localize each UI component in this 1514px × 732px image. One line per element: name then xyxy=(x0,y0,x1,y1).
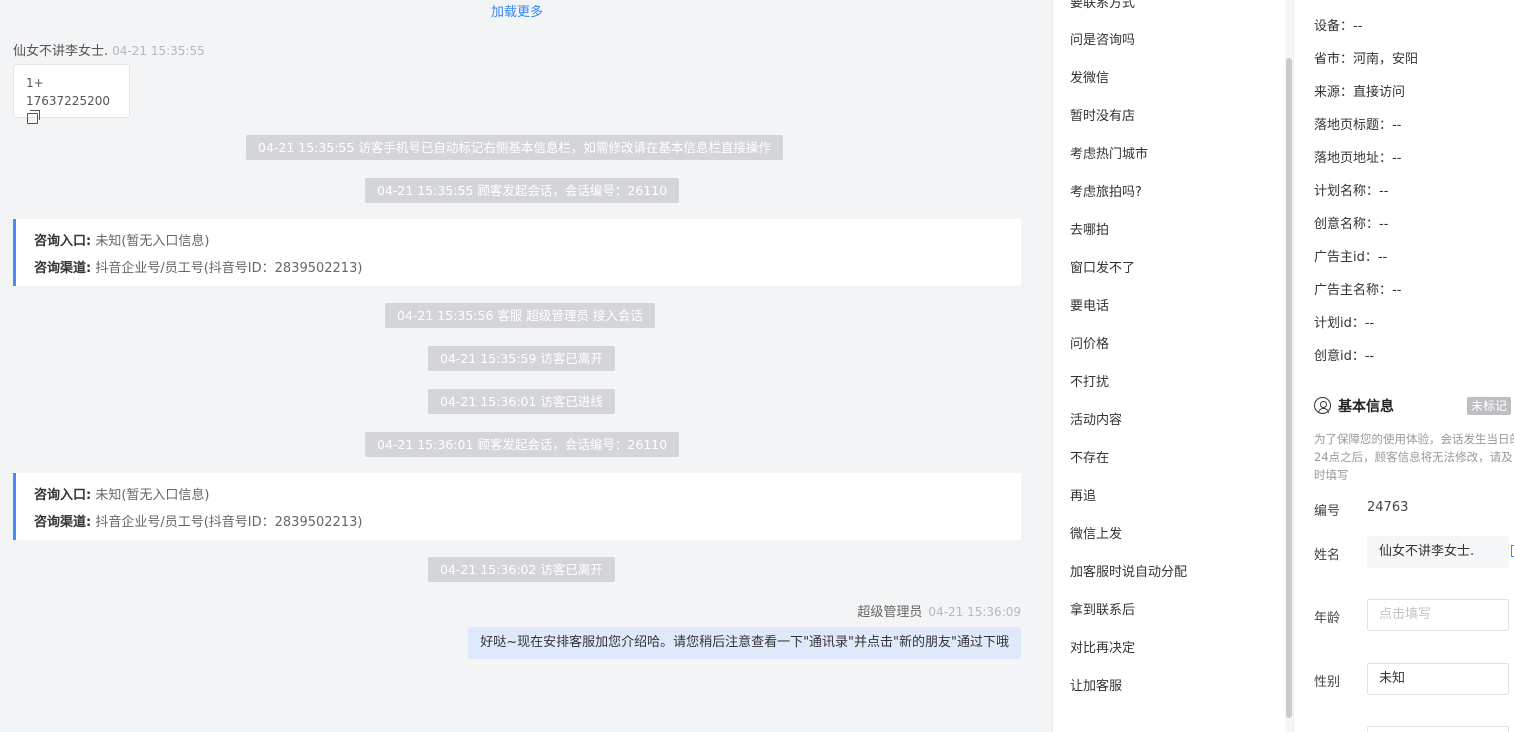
visitor-name: 仙女不讲李女士. xyxy=(13,44,109,59)
entry-label: 咨询入口: xyxy=(34,234,92,249)
quick-reply-item[interactable]: 再追 xyxy=(1070,485,1096,504)
phone-number: 17637225200 xyxy=(26,94,110,108)
message-time: 04-21 15:35:55 xyxy=(112,44,205,58)
age-input[interactable] xyxy=(1379,607,1497,622)
id-value: 24763 xyxy=(1367,500,1409,515)
system-message: 04-21 15:36:02 访客已离开 xyxy=(428,557,615,582)
age-label: 年龄 xyxy=(1314,611,1341,626)
detail-landing-url: 落地页地址：-- xyxy=(1314,151,1402,166)
quick-reply-item[interactable]: 要电话 xyxy=(1070,295,1109,314)
detail-advertiser-id: 广告主id：-- xyxy=(1314,250,1388,265)
entry-label: 咨询入口: xyxy=(34,488,92,503)
system-message: 04-21 15:35:56 客服 超级管理员 接入会话 xyxy=(385,303,655,328)
entry-value: 未知(暂无入口信息) xyxy=(95,488,210,503)
load-more-link[interactable]: 加载更多 xyxy=(0,1,1034,20)
basic-info-title: 基本信息 xyxy=(1314,396,1394,416)
quick-reply-item[interactable]: 微信上发 xyxy=(1070,523,1122,542)
message-line: 1+ xyxy=(26,76,44,90)
consult-info-card: 咨询入口: 未知(暂无入口信息) 咨询渠道: 抖音企业号/员工号(抖音号ID：2… xyxy=(13,219,1021,286)
system-message: 04-21 15:35:55 顾客发起会话，会话编号：26110 xyxy=(365,178,680,203)
scrollbar-thumb[interactable] xyxy=(1286,58,1292,718)
agent-name: 超级管理员 xyxy=(857,605,923,620)
entry-value: 未知(暂无入口信息) xyxy=(95,234,210,249)
quick-reply-item[interactable]: 对比再决定 xyxy=(1070,637,1135,656)
basic-info-label: 基本信息 xyxy=(1338,399,1394,415)
system-message: 04-21 15:35:59 访客已离开 xyxy=(428,346,615,371)
quick-reply-item[interactable]: 不打扰 xyxy=(1070,371,1109,390)
gender-label: 性别 xyxy=(1314,675,1341,690)
name-label: 姓名 xyxy=(1314,548,1341,563)
channel-value: 抖音企业号/员工号(抖音号ID：2839502213) xyxy=(95,515,363,530)
gender-select[interactable]: 未知 xyxy=(1367,663,1509,695)
detail-device: 设备：-- xyxy=(1314,19,1363,34)
name-field[interactable]: 仙女不讲李女士. xyxy=(1367,536,1509,568)
visitor-message-bubble: 1+ 17637225200 xyxy=(13,64,130,124)
system-message: 04-21 15:36:01 访客已进线 xyxy=(428,389,615,414)
quick-reply-item[interactable]: 加客服时说自动分配 xyxy=(1070,561,1187,580)
chat-panel: 加载更多 仙女不讲李女士. 04-21 15:35:55 1+ 176372252… xyxy=(0,0,1052,724)
id-label: 编号 xyxy=(1314,504,1341,519)
consult-info-card: 咨询入口: 未知(暂无入口信息) 咨询渠道: 抖音企业号/员工号(抖音号ID：2… xyxy=(13,473,1021,540)
info-note: 为了保障您的使用体验，会话发生当日的24点之后，顾客信息将无法修改，请及时填写 xyxy=(1314,432,1514,482)
detail-plan-id: 计划id：-- xyxy=(1314,316,1375,331)
chat-workspace: 加载更多 仙女不讲李女士. 04-21 15:35:55 1+ 176372252… xyxy=(0,0,1514,732)
system-message: 04-21 15:36:01 顾客发起会话，会话编号：26110 xyxy=(365,432,680,457)
quick-reply-list: 要联系方式 问是咨询吗 发微信 暂时没有店 考虑热门城市 考虑旅拍吗? 去哪拍 … xyxy=(1052,0,1293,732)
agent-message-header: 超级管理员 04-21 15:36:09 xyxy=(857,601,1021,620)
channel-label: 咨询渠道: xyxy=(34,515,92,530)
detail-region: 省市：河南，安阳 xyxy=(1314,52,1419,67)
detail-source: 来源：直接访问 xyxy=(1314,85,1406,100)
visitor-message-header: 仙女不讲李女士. 04-21 15:35:55 xyxy=(13,40,205,59)
next-field[interactable] xyxy=(1367,726,1509,732)
message-time: 04-21 15:36:09 xyxy=(928,605,1021,619)
quick-reply-item[interactable]: 考虑热门城市 xyxy=(1070,143,1148,162)
quick-reply-item[interactable]: 让加客服 xyxy=(1070,675,1122,694)
detail-plan-name: 计划名称：-- xyxy=(1314,184,1389,199)
quick-reply-item[interactable]: 拿到联系后 xyxy=(1070,599,1135,618)
agent-message-bubble: 好哒~现在安排客服加您介绍哈。请您稍后注意查看一下"通讯录"并点击"新的朋友"通… xyxy=(468,627,1021,659)
quick-reply-item[interactable]: 要联系方式 xyxy=(1070,0,1135,11)
copy-icon[interactable] xyxy=(27,110,40,124)
quick-reply-item[interactable]: 去哪拍 xyxy=(1070,219,1109,238)
customer-info-panel: 设备：-- 省市：河南，安阳 来源：直接访问 落地页标题：-- 落地页地址：--… xyxy=(1293,0,1514,732)
age-field[interactable] xyxy=(1367,599,1509,631)
quick-reply-item[interactable]: 窗口发不了 xyxy=(1070,257,1135,276)
quick-reply-item[interactable]: 问价格 xyxy=(1070,333,1109,352)
unmarked-tag[interactable]: 未标记 xyxy=(1467,397,1512,415)
detail-creative-id: 创意id：-- xyxy=(1314,349,1375,364)
quick-reply-item[interactable]: 暂时没有店 xyxy=(1070,105,1135,124)
system-message: 04-21 15:35:55 访客手机号已自动标记右侧基本信息栏，如需修改请在基… xyxy=(246,135,783,160)
quick-reply-item[interactable]: 活动内容 xyxy=(1070,409,1122,428)
quick-reply-item[interactable]: 问是咨询吗 xyxy=(1070,29,1135,48)
user-circle-icon xyxy=(1314,397,1331,414)
channel-label: 咨询渠道: xyxy=(34,261,92,276)
detail-landing-title: 落地页标题：-- xyxy=(1314,118,1402,133)
detail-advertiser-name: 广告主名称：-- xyxy=(1314,283,1402,298)
detail-creative-name: 创意名称：-- xyxy=(1314,217,1389,232)
quick-reply-item[interactable]: 考虑旅拍吗? xyxy=(1070,181,1142,200)
quick-reply-item[interactable]: 发微信 xyxy=(1070,67,1109,86)
channel-value: 抖音企业号/员工号(抖音号ID：2839502213) xyxy=(95,261,363,276)
quick-reply-item[interactable]: 不存在 xyxy=(1070,447,1109,466)
